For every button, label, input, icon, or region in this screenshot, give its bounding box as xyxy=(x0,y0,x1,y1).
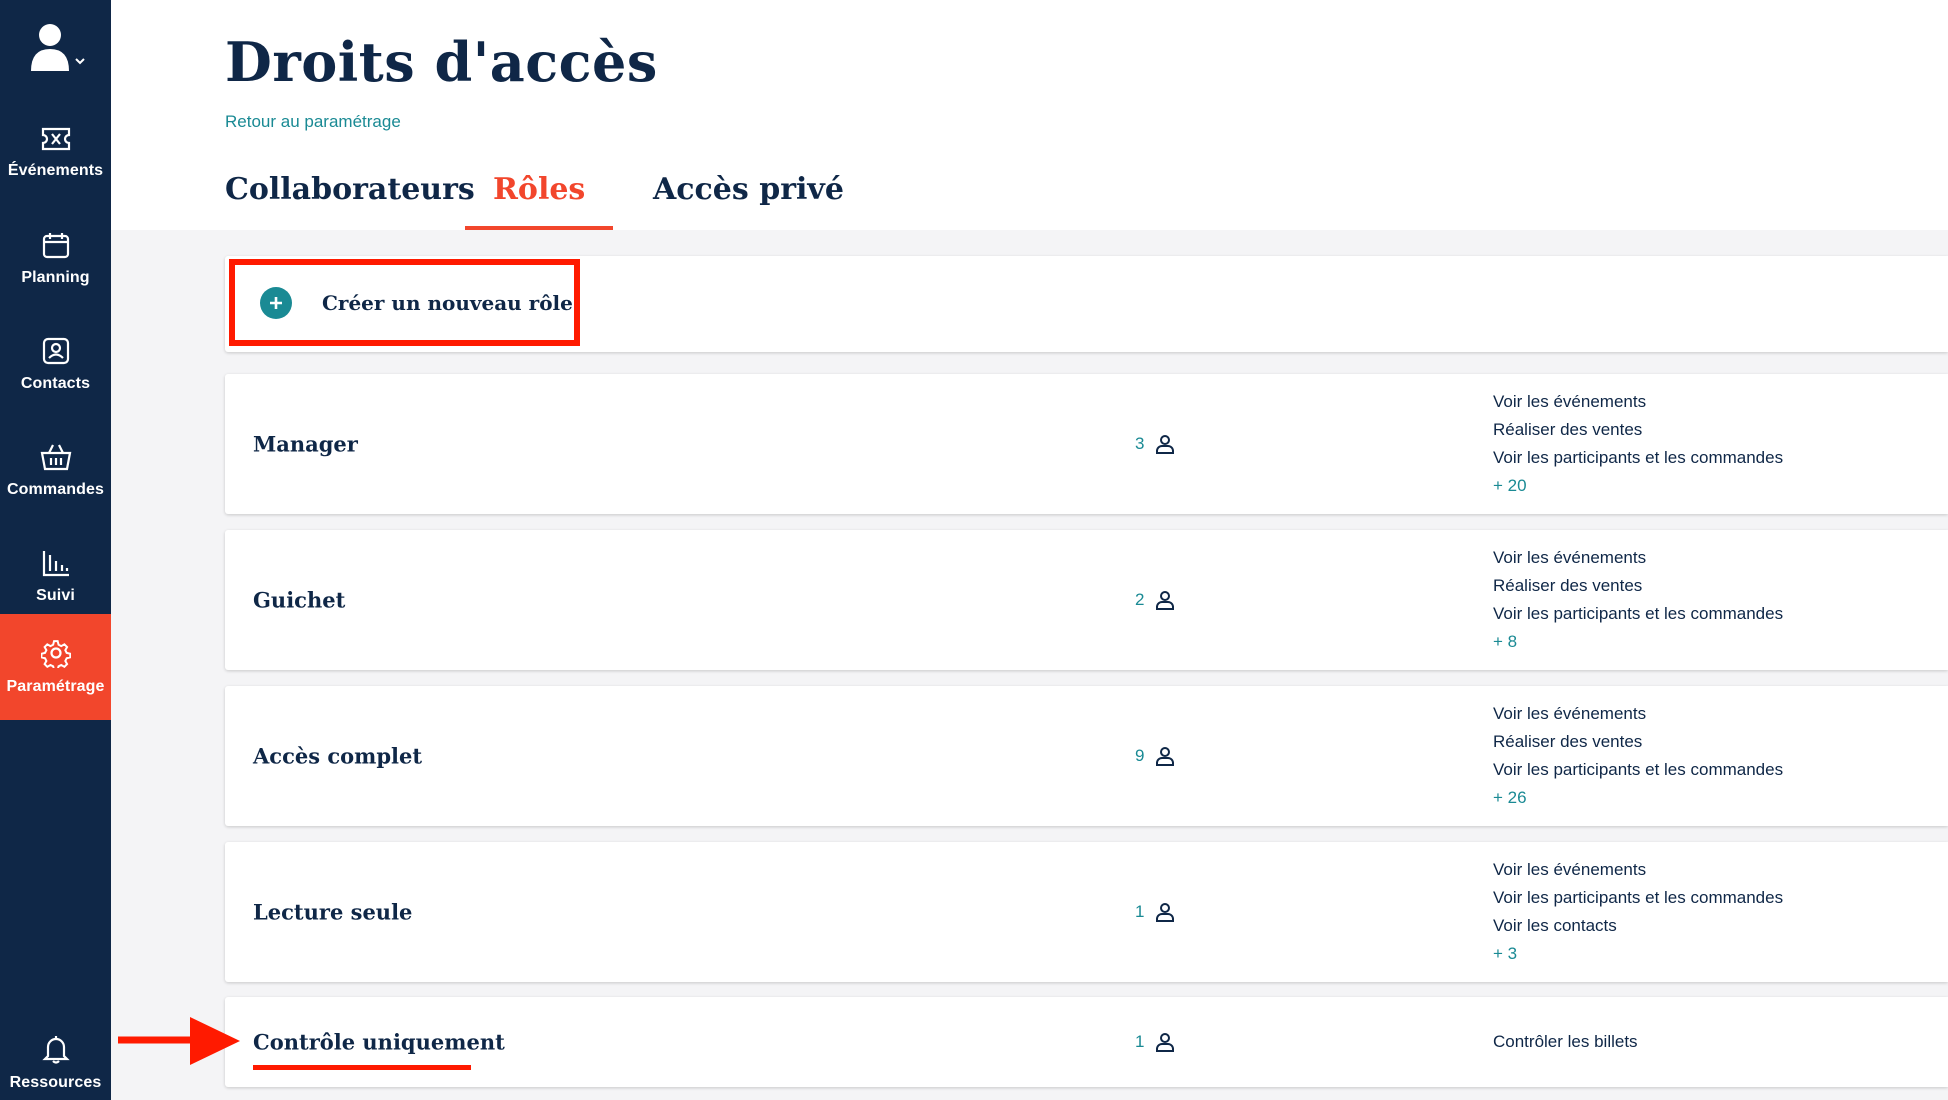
calendar-icon xyxy=(42,233,69,259)
tab-label: Rôles xyxy=(493,172,586,207)
more-permissions[interactable]: + 26 xyxy=(1493,784,1783,812)
tab-acces-prive[interactable]: Accès privé xyxy=(653,172,844,230)
role-name: Accès complet xyxy=(253,743,423,769)
highlight-underline xyxy=(253,1065,471,1070)
basket-icon xyxy=(40,444,71,471)
role-name: Lecture seule xyxy=(253,899,413,925)
permission-list: Contrôler les billets xyxy=(1493,1028,1638,1056)
user-avatar-icon xyxy=(30,24,85,71)
permission-list: Voir les événements Réaliser des ventes … xyxy=(1493,700,1783,812)
role-member-count: 3 xyxy=(1135,434,1175,454)
sidebar-item-planning[interactable]: Planning xyxy=(0,206,111,312)
role-name: Manager xyxy=(253,431,358,457)
member-count: 2 xyxy=(1135,590,1145,609)
role-member-count: 9 xyxy=(1135,746,1175,766)
more-permissions[interactable]: + 3 xyxy=(1493,940,1783,968)
role-member-count: 1 xyxy=(1135,1032,1175,1052)
member-count: 3 xyxy=(1135,434,1145,453)
sidebar-item-label: Planning xyxy=(21,269,90,286)
create-role-card: Créer un nouveau rôle xyxy=(225,256,1948,352)
sidebar-item-evenements[interactable]: Événements xyxy=(0,100,111,206)
member-count: 9 xyxy=(1135,746,1145,765)
tab-label: Collaborateurs xyxy=(225,172,475,207)
page-title: Droits d'accès xyxy=(225,30,658,94)
role-member-count: 1 xyxy=(1135,902,1175,922)
highlight-arrow-icon xyxy=(118,1017,240,1065)
permission-item: Voir les événements xyxy=(1493,704,1647,723)
ticket-icon xyxy=(41,127,70,151)
sidebar-item-ressources[interactable]: Ressources xyxy=(0,1010,111,1100)
member-count: 1 xyxy=(1135,1032,1145,1051)
permission-item: Voir les participants et les commandes xyxy=(1493,888,1784,907)
user-icon xyxy=(1156,1033,1175,1052)
profile-menu[interactable] xyxy=(0,0,111,90)
permission-item: Voir les participants et les commandes xyxy=(1493,760,1784,779)
tab-label: Accès privé xyxy=(653,172,844,207)
sidebar-item-label: Contacts xyxy=(20,375,91,392)
sidebar: Événements Planning Contacts Commandes S… xyxy=(0,0,111,1100)
permission-list: Voir les événements Voir les participant… xyxy=(1493,856,1783,968)
user-icon xyxy=(1156,591,1175,610)
role-name: Contrôle uniquement xyxy=(253,1029,505,1055)
permission-item: Réaliser des ventes xyxy=(1493,732,1643,751)
permission-item: Réaliser des ventes xyxy=(1493,576,1643,595)
permission-item: Voir les contacts xyxy=(1493,916,1617,935)
permission-item: Réaliser des ventes xyxy=(1493,420,1643,439)
permission-item: Contrôler les billets xyxy=(1493,1032,1638,1051)
role-member-count: 2 xyxy=(1135,590,1175,610)
tab-roles[interactable]: Rôles xyxy=(465,172,614,230)
sidebar-item-parametrage[interactable]: Paramétrage xyxy=(0,614,111,720)
tab-collaborateurs[interactable]: Collaborateurs xyxy=(225,172,475,230)
sidebar-item-label: Paramétrage xyxy=(6,678,105,695)
gear-icon xyxy=(40,640,71,668)
sidebar-item-contacts[interactable]: Contacts xyxy=(0,312,111,418)
more-permissions[interactable]: + 8 xyxy=(1493,628,1783,656)
user-icon xyxy=(1156,747,1175,766)
permission-item: Voir les événements xyxy=(1493,392,1647,411)
create-role-button[interactable]: Créer un nouveau rôle xyxy=(229,259,580,346)
permission-item: Voir les événements xyxy=(1493,860,1647,879)
permission-list: Voir les événements Réaliser des ventes … xyxy=(1493,544,1783,656)
member-count: 1 xyxy=(1135,902,1145,921)
role-card-lecture-seule[interactable]: Lecture seule 1 Voir les événements Voir… xyxy=(225,842,1948,982)
sidebar-item-label: Commandes xyxy=(7,481,104,498)
contact-icon xyxy=(42,337,69,365)
create-role-label: Créer un nouveau rôle xyxy=(322,290,573,315)
sidebar-item-label: Événements xyxy=(7,162,104,179)
sidebar-item-commandes[interactable]: Commandes xyxy=(0,418,111,524)
plus-icon xyxy=(260,286,292,319)
bell-icon xyxy=(41,1036,70,1064)
page-header: Droits d'accès Retour au paramétrage Col… xyxy=(111,0,1948,230)
sidebar-item-label: Ressources xyxy=(9,1074,102,1091)
permission-item: Voir les événements xyxy=(1493,548,1647,567)
user-icon xyxy=(1156,435,1175,454)
permission-item: Voir les participants et les commandes xyxy=(1493,448,1784,467)
role-card-manager[interactable]: Manager 3 Voir les événements Réaliser d… xyxy=(225,374,1948,514)
sidebar-item-label: Suivi xyxy=(36,587,75,604)
permission-item: Voir les participants et les commandes xyxy=(1493,604,1784,623)
role-name: Guichet xyxy=(253,587,346,613)
role-card-controle-uniquement[interactable]: Contrôle uniquement 1 Contrôler les bill… xyxy=(225,997,1948,1087)
role-card-acces-complet[interactable]: Accès complet 9 Voir les événements Réal… xyxy=(225,686,1948,826)
active-tab-indicator xyxy=(465,226,614,230)
more-permissions[interactable]: + 20 xyxy=(1493,472,1783,500)
user-icon xyxy=(1156,903,1175,922)
chart-icon xyxy=(42,551,69,577)
permission-list: Voir les événements Réaliser des ventes … xyxy=(1493,388,1783,500)
back-to-settings-link[interactable]: Retour au paramétrage xyxy=(225,112,401,132)
role-card-guichet[interactable]: Guichet 2 Voir les événements Réaliser d… xyxy=(225,530,1948,670)
